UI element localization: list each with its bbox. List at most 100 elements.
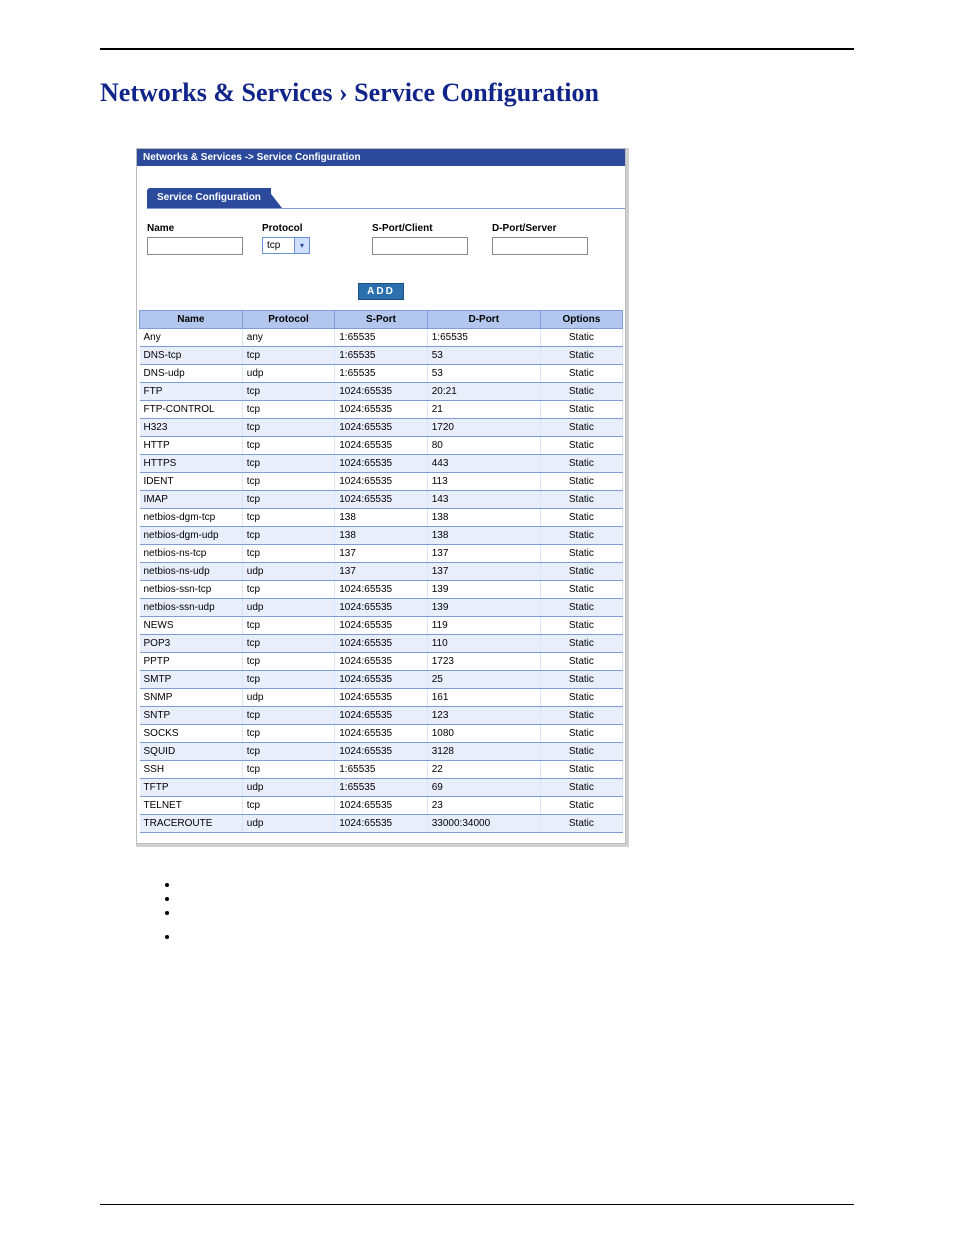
table-row: netbios-ns-tcptcp137137Static xyxy=(140,545,623,563)
cell-sport: 1:65535 xyxy=(335,365,427,383)
cell-protocol: tcp xyxy=(242,527,334,545)
cell-sport: 1024:65535 xyxy=(335,491,427,509)
cell-protocol: tcp xyxy=(242,347,334,365)
cell-sport: 1024:65535 xyxy=(335,707,427,725)
cell-options: Static xyxy=(540,725,622,743)
cell-dport: 1723 xyxy=(427,653,540,671)
cell-dport: 23 xyxy=(427,797,540,815)
cell-protocol: tcp xyxy=(242,707,334,725)
th-dport: D-Port xyxy=(427,311,540,329)
cell-protocol: udp xyxy=(242,599,334,617)
cell-options: Static xyxy=(540,671,622,689)
name-input[interactable] xyxy=(147,237,243,255)
table-row: FTPtcp1024:6553520:21Static xyxy=(140,383,623,401)
dport-input[interactable] xyxy=(492,237,588,255)
cell-name: SNMP xyxy=(140,689,243,707)
protocol-select[interactable]: tcp ▾ xyxy=(262,237,310,254)
cell-dport: 113 xyxy=(427,473,540,491)
cell-dport: 1:65535 xyxy=(427,329,540,347)
cell-name: netbios-dgm-udp xyxy=(140,527,243,545)
table-row: DNS-udpudp1:6553553Static xyxy=(140,365,623,383)
cell-protocol: tcp xyxy=(242,545,334,563)
cell-dport: 53 xyxy=(427,347,540,365)
cell-dport: 139 xyxy=(427,599,540,617)
bottom-rule xyxy=(100,1204,854,1205)
cell-name: NEWS xyxy=(140,617,243,635)
cell-sport: 1024:65535 xyxy=(335,671,427,689)
sport-label: S-Port/Client xyxy=(372,223,492,234)
cell-options: Static xyxy=(540,419,622,437)
cell-protocol: tcp xyxy=(242,743,334,761)
cell-dport: 33000:34000 xyxy=(427,815,540,833)
cell-protocol: tcp xyxy=(242,725,334,743)
cell-protocol: tcp xyxy=(242,473,334,491)
table-row: netbios-ssn-tcptcp1024:65535139Static xyxy=(140,581,623,599)
cell-options: Static xyxy=(540,401,622,419)
cell-name: FTP-CONTROL xyxy=(140,401,243,419)
cell-protocol: tcp xyxy=(242,401,334,419)
cell-name: DNS-tcp xyxy=(140,347,243,365)
cell-name: SMTP xyxy=(140,671,243,689)
cell-sport: 1024:65535 xyxy=(335,617,427,635)
cell-name: netbios-ssn-udp xyxy=(140,599,243,617)
cell-dport: 69 xyxy=(427,779,540,797)
cell-options: Static xyxy=(540,329,622,347)
cell-protocol: tcp xyxy=(242,761,334,779)
cell-name: SQUID xyxy=(140,743,243,761)
cell-sport: 1:65535 xyxy=(335,761,427,779)
cell-dport: 20:21 xyxy=(427,383,540,401)
cell-sport: 1024:65535 xyxy=(335,581,427,599)
bullet-list xyxy=(180,877,854,943)
cell-name: HTTPS xyxy=(140,455,243,473)
cell-protocol: tcp xyxy=(242,635,334,653)
cell-sport: 1024:65535 xyxy=(335,401,427,419)
cell-name: IMAP xyxy=(140,491,243,509)
cell-options: Static xyxy=(540,815,622,833)
sport-input[interactable] xyxy=(372,237,468,255)
cell-dport: 1080 xyxy=(427,725,540,743)
cell-sport: 1024:65535 xyxy=(335,419,427,437)
cell-options: Static xyxy=(540,707,622,725)
table-row: DNS-tcptcp1:6553553Static xyxy=(140,347,623,365)
table-row: SMTPtcp1024:6553525Static xyxy=(140,671,623,689)
cell-options: Static xyxy=(540,455,622,473)
cell-options: Static xyxy=(540,653,622,671)
table-row: HTTPStcp1024:65535443Static xyxy=(140,455,623,473)
cell-sport: 1024:65535 xyxy=(335,653,427,671)
cell-dport: 123 xyxy=(427,707,540,725)
cell-options: Static xyxy=(540,581,622,599)
cell-options: Static xyxy=(540,599,622,617)
cell-options: Static xyxy=(540,761,622,779)
cell-name: TRACEROUTE xyxy=(140,815,243,833)
cell-name: TELNET xyxy=(140,797,243,815)
table-row: IDENTtcp1024:65535113Static xyxy=(140,473,623,491)
cell-name: DNS-udp xyxy=(140,365,243,383)
tab-service-configuration[interactable]: Service Configuration xyxy=(147,188,271,208)
add-button[interactable]: ADD xyxy=(358,283,404,300)
cell-protocol: tcp xyxy=(242,491,334,509)
cell-name: SSH xyxy=(140,761,243,779)
cell-sport: 1:65535 xyxy=(335,347,427,365)
cell-sport: 138 xyxy=(335,509,427,527)
table-row: HTTPtcp1024:6553580Static xyxy=(140,437,623,455)
cell-name: H323 xyxy=(140,419,243,437)
cell-name: FTP xyxy=(140,383,243,401)
cell-dport: 1720 xyxy=(427,419,540,437)
cell-options: Static xyxy=(540,689,622,707)
cell-protocol: tcp xyxy=(242,383,334,401)
service-form: Name Protocol tcp ▾ S-Port/Client D-Port… xyxy=(137,209,625,255)
cell-name: TFTP xyxy=(140,779,243,797)
cell-options: Static xyxy=(540,545,622,563)
th-options: Options xyxy=(540,311,622,329)
cell-options: Static xyxy=(540,635,622,653)
cell-name: netbios-dgm-tcp xyxy=(140,509,243,527)
breadcrumb: Networks & Services -> Service Configura… xyxy=(137,149,625,166)
cell-name: POP3 xyxy=(140,635,243,653)
table-row: netbios-dgm-tcptcp138138Static xyxy=(140,509,623,527)
cell-options: Static xyxy=(540,617,622,635)
table-row: SOCKStcp1024:655351080Static xyxy=(140,725,623,743)
cell-protocol: any xyxy=(242,329,334,347)
table-row: SSHtcp1:6553522Static xyxy=(140,761,623,779)
cell-options: Static xyxy=(540,491,622,509)
cell-dport: 53 xyxy=(427,365,540,383)
